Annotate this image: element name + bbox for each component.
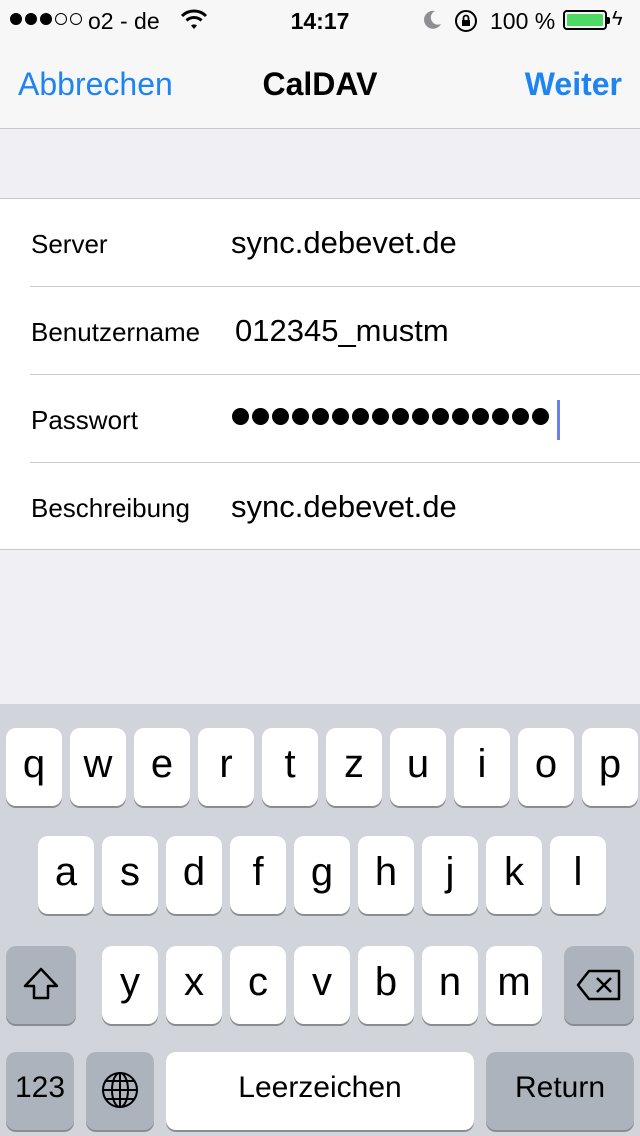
key-d[interactable]: d [166, 836, 222, 914]
key-n[interactable]: n [422, 946, 478, 1024]
next-button[interactable]: Weiter [525, 66, 622, 103]
key-u[interactable]: u [390, 728, 446, 806]
username-field[interactable]: 012345_mustm [235, 313, 449, 349]
password-dot [292, 408, 309, 425]
username-row[interactable]: Benutzername 012345_mustm [0, 287, 640, 375]
password-field[interactable] [232, 408, 549, 425]
account-form: Server sync.debevet.de Benutzername 0123… [0, 198, 640, 550]
key-h[interactable]: h [358, 836, 414, 914]
password-dot [372, 408, 389, 425]
password-dot [252, 408, 269, 425]
battery-percentage: 100 % [490, 8, 556, 34]
description-label: Beschreibung [31, 493, 190, 523]
key-a[interactable]: a [38, 836, 94, 914]
password-dot [512, 408, 529, 425]
battery-nub [607, 17, 610, 24]
key-p[interactable]: p [582, 728, 638, 806]
server-label: Server [31, 229, 108, 259]
globe-icon [102, 1072, 138, 1108]
do-not-disturb-icon [424, 10, 441, 29]
key-g[interactable]: g [294, 836, 350, 914]
password-dot [432, 408, 449, 425]
key-e[interactable]: e [134, 728, 190, 806]
return-key[interactable]: Return [486, 1052, 634, 1130]
password-dot [492, 408, 509, 425]
key-o[interactable]: o [518, 728, 574, 806]
key-i[interactable]: i [454, 728, 510, 806]
key-v[interactable]: v [294, 946, 350, 1024]
key-j[interactable]: j [422, 836, 478, 914]
description-field[interactable]: sync.debevet.de [231, 489, 457, 525]
key-t[interactable]: t [262, 728, 318, 806]
password-dot [412, 408, 429, 425]
globe-key[interactable] [86, 1052, 154, 1130]
server-field[interactable]: sync.debevet.de [231, 225, 457, 261]
text-caret [557, 400, 560, 440]
key-q[interactable]: q [6, 728, 62, 806]
battery-fill [567, 14, 603, 26]
charging-icon: ϟ [612, 8, 623, 30]
key-r[interactable]: r [198, 728, 254, 806]
key-l[interactable]: l [550, 836, 606, 914]
shift-icon [23, 967, 59, 1000]
password-label: Passwort [31, 405, 138, 435]
key-x[interactable]: x [166, 946, 222, 1024]
password-dot [392, 408, 409, 425]
key-f[interactable]: f [230, 836, 286, 914]
key-c[interactable]: c [230, 946, 286, 1024]
navigation-header: o2 - de 14:17 100 % ϟ Abbrechen CalDAV W… [0, 0, 640, 129]
backspace-key[interactable] [564, 946, 634, 1024]
password-dot [352, 408, 369, 425]
key-z[interactable]: z [326, 728, 382, 806]
password-dot [312, 408, 329, 425]
key-s[interactable]: s [102, 836, 158, 914]
key-b[interactable]: b [358, 946, 414, 1024]
password-dot [272, 408, 289, 425]
space-key[interactable]: Leerzeichen [166, 1052, 474, 1130]
backspace-icon [576, 969, 621, 1001]
description-row[interactable]: Beschreibung sync.debevet.de [0, 463, 640, 551]
shift-key[interactable] [6, 946, 76, 1024]
username-label: Benutzername [31, 317, 201, 347]
status-bar: o2 - de 14:17 100 % ϟ [0, 0, 640, 40]
battery-icon [563, 10, 610, 30]
password-dot [532, 408, 549, 425]
password-dot [472, 408, 489, 425]
password-dot [232, 408, 249, 425]
password-dot [332, 408, 349, 425]
key-m[interactable]: m [486, 946, 542, 1024]
key-y[interactable]: y [102, 946, 158, 1024]
keyboard: 123 Leerzeichen Return qwertzuiop asdfghj… [0, 704, 640, 1136]
server-row[interactable]: Server sync.debevet.de [0, 199, 640, 287]
key-k[interactable]: k [486, 836, 542, 914]
numbers-key[interactable]: 123 [6, 1052, 74, 1130]
password-row[interactable]: Passwort [0, 375, 640, 463]
password-dot [452, 408, 469, 425]
key-w[interactable]: w [70, 728, 126, 806]
rotation-lock-icon [455, 10, 477, 32]
